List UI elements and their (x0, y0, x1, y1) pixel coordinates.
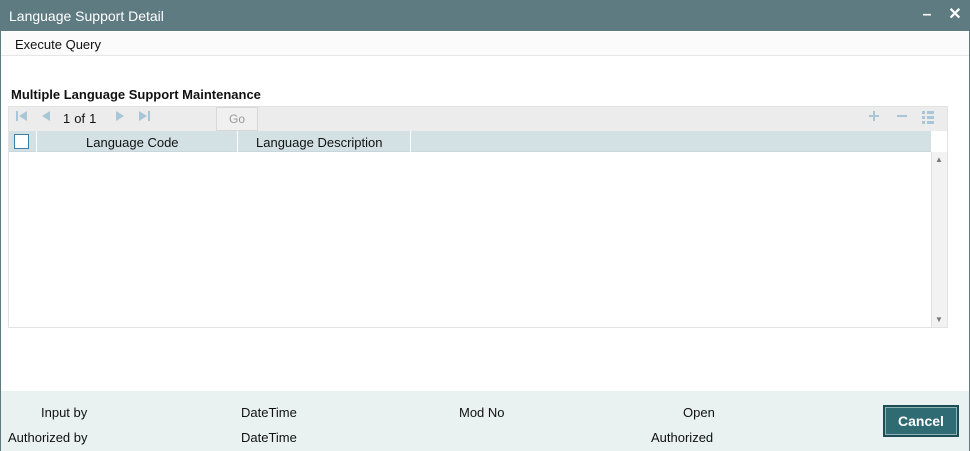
last-page-icon[interactable] (137, 109, 151, 129)
column-header-language-code[interactable]: Language Code (86, 135, 179, 150)
current-page: 1 (63, 111, 71, 126)
grid-scrollbar[interactable]: ▲ ▼ (931, 152, 947, 327)
language-support-window: Language Support Detail – ✕ Execute Quer… (0, 0, 970, 451)
total-pages: 1 (89, 111, 97, 126)
authorized-by-label: Authorized by (8, 430, 88, 445)
close-icon[interactable]: ✕ (945, 5, 965, 25)
input-by-label: Input by (41, 405, 88, 420)
open-label: Open (683, 405, 715, 420)
column-separator (237, 131, 238, 152)
title-bar: Language Support Detail – ✕ (1, 1, 969, 31)
previous-page-icon[interactable] (39, 109, 53, 129)
select-all-checkbox[interactable] (14, 134, 29, 149)
grid-header-row: Language Code Language Description (9, 131, 931, 152)
column-separator (410, 131, 411, 152)
minimize-icon[interactable]: – (917, 5, 937, 25)
next-page-icon[interactable] (113, 109, 127, 129)
authorized-label: Authorized (651, 430, 714, 445)
add-row-icon[interactable] (867, 109, 881, 129)
authorized-datetime-label: DateTime (241, 430, 297, 445)
go-button[interactable]: Go (216, 107, 258, 131)
language-grid: 1 of 1 Go Language Code Language Descrip… (8, 106, 948, 328)
single-view-icon[interactable] (921, 109, 935, 129)
window-title: Language Support Detail (9, 8, 164, 24)
menu-bar: Execute Query (1, 32, 969, 56)
mod-no-label: Mod No (459, 405, 505, 420)
page-of-label: of (74, 111, 86, 126)
column-header-language-description[interactable]: Language Description (256, 135, 382, 150)
delete-row-icon[interactable] (895, 109, 909, 129)
grid-toolbar: 1 of 1 Go (9, 107, 947, 131)
first-page-icon[interactable] (15, 109, 29, 129)
execute-query-menu-item[interactable]: Execute Query (15, 37, 101, 52)
input-datetime-label: DateTime (241, 405, 297, 420)
scroll-down-icon[interactable]: ▼ (935, 315, 943, 324)
section-title: Multiple Language Support Maintenance (11, 87, 261, 102)
scroll-up-icon[interactable]: ▲ (935, 155, 943, 164)
column-separator (36, 131, 37, 152)
cancel-button[interactable]: Cancel (883, 405, 959, 437)
audit-footer: Input by DateTime Mod No Open Authorized… (1, 391, 969, 451)
page-indicator: 1 of 1 (63, 111, 100, 126)
